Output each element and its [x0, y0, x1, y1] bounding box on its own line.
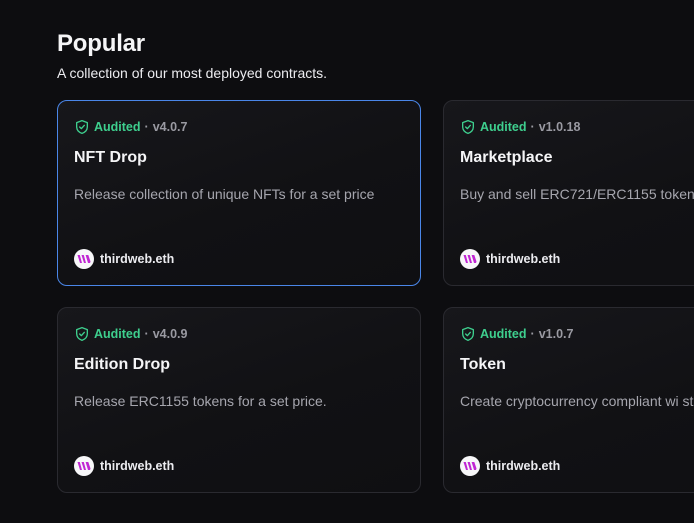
- card-description: Buy and sell ERC721/ERC1155 token: [460, 186, 694, 202]
- contract-card-edition-drop[interactable]: Audited · v4.0.9 Edition Drop Release ER…: [57, 307, 421, 493]
- version-label: v4.0.9: [152, 327, 188, 341]
- audit-badge: Audited · v1.0.7: [460, 326, 573, 342]
- section-title: Popular: [57, 30, 145, 57]
- thirdweb-logo-icon: [74, 456, 94, 476]
- badge-separator: ·: [144, 120, 149, 134]
- publisher-name: thirdweb.eth: [486, 252, 561, 266]
- version-label: v1.0.7: [538, 327, 574, 341]
- version-label: v1.0.18: [538, 120, 581, 134]
- badge-separator: ·: [530, 327, 535, 341]
- audited-label: Audited: [94, 120, 141, 134]
- thirdweb-logo-icon: [460, 249, 480, 269]
- card-description: Create cryptocurrency compliant wi stand…: [460, 393, 694, 409]
- card-description: Release collection of unique NFTs for a …: [74, 186, 375, 202]
- popular-contracts-page: Popular A collection of our most deploye…: [0, 0, 694, 523]
- card-title: Marketplace: [460, 149, 553, 166]
- card-title: Edition Drop: [74, 356, 170, 373]
- badge-separator: ·: [144, 327, 149, 341]
- badge-separator: ·: [530, 120, 535, 134]
- audited-label: Audited: [480, 327, 527, 341]
- shield-check-icon: [76, 120, 88, 134]
- contract-card-nft-drop[interactable]: Audited · v4.0.7 NFT Drop Release collec…: [57, 100, 421, 286]
- card-title: Token: [460, 356, 506, 373]
- audit-badge: Audited · v4.0.7: [74, 119, 187, 135]
- thirdweb-logo-icon: [74, 249, 94, 269]
- publisher-link[interactable]: thirdweb.eth: [74, 249, 174, 269]
- publisher-name: thirdweb.eth: [100, 252, 175, 266]
- audited-label: Audited: [480, 120, 527, 134]
- audit-badge: Audited · v4.0.9: [74, 326, 187, 342]
- publisher-link[interactable]: thirdweb.eth: [74, 456, 174, 476]
- publisher-name: thirdweb.eth: [100, 459, 175, 473]
- contract-card-token[interactable]: Audited · v1.0.7 Token Create cryptocurr…: [443, 307, 694, 493]
- section-subtitle: A collection of our most deployed contra…: [57, 65, 328, 81]
- version-label: v4.0.7: [152, 120, 188, 134]
- publisher-link[interactable]: thirdweb.eth: [460, 249, 560, 269]
- contract-card-marketplace[interactable]: Audited · v1.0.18 Marketplace Buy and se…: [443, 100, 694, 286]
- publisher-link[interactable]: thirdweb.eth: [460, 456, 560, 476]
- audited-label: Audited: [94, 327, 141, 341]
- shield-check-icon: [462, 120, 474, 134]
- shield-check-icon: [462, 327, 474, 341]
- card-title: NFT Drop: [74, 149, 147, 166]
- thirdweb-logo-icon: [460, 456, 480, 476]
- publisher-name: thirdweb.eth: [486, 459, 561, 473]
- card-description: Release ERC1155 tokens for a set price.: [74, 393, 327, 409]
- shield-check-icon: [76, 327, 88, 341]
- audit-badge: Audited · v1.0.18: [460, 119, 580, 135]
